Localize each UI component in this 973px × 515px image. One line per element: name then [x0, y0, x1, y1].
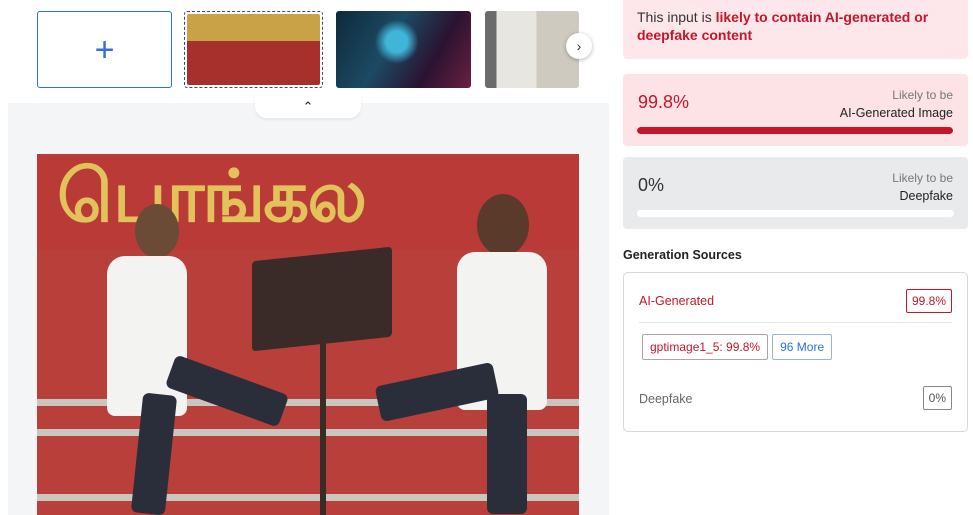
stand-pole: [320, 339, 326, 515]
more-models-button[interactable]: 96 More: [772, 334, 833, 360]
ai-likely-label: Likely to be AI-Generated Image: [840, 86, 953, 122]
analyzed-image: பொங்கல: [37, 154, 579, 515]
chevron-up-icon: ⌃: [302, 99, 314, 114]
verdict-alert: This input is likely to contain AI-gener…: [623, 0, 968, 59]
deepfake-likely-label: Likely to be Deepfake: [892, 169, 953, 205]
deepfake-progress-bar: [637, 210, 954, 217]
thumbnail-strip: + ›: [0, 0, 609, 103]
deepfake-row: Deepfake 0%: [639, 386, 952, 414]
ai-progress-fill: [637, 127, 954, 134]
ai-generated-row: AI-Generated 99.8%: [639, 289, 952, 317]
image-panel: + › ⌃ பொங்கல: [0, 0, 609, 515]
thumbnail-selected[interactable]: [184, 11, 323, 88]
thumbnail-image: [187, 14, 320, 85]
ai-generated-label: AI-Generated: [639, 294, 715, 308]
deepfake-type-label: Deepfake: [899, 189, 953, 203]
ai-progress-bar: [637, 127, 954, 134]
results-panel: This input is likely to contain AI-gener…: [609, 0, 973, 515]
deepfake-score-percent: 0%: [638, 175, 665, 195]
generation-sources-box: AI-Generated 99.8% gptimage1_5: 99.8% 96 …: [623, 272, 968, 432]
chevron-right-icon[interactable]: ›: [566, 33, 592, 59]
likely-to-be-text: Likely to be: [892, 171, 953, 185]
deepfake-badge: 0%: [922, 386, 952, 410]
person-left: [77, 194, 290, 515]
deepfake-label: Deepfake: [639, 392, 693, 406]
model-chips: gptimage1_5: 99.8% 96 More: [642, 334, 836, 360]
collapse-thumbnails-button[interactable]: ⌃: [255, 96, 361, 118]
likely-to-be-text: Likely to be: [892, 88, 953, 102]
generation-sources-title: Generation Sources: [623, 248, 742, 262]
model-chip[interactable]: gptimage1_5: 99.8%: [642, 334, 769, 360]
add-image-button[interactable]: +: [37, 11, 172, 88]
divider: [639, 322, 952, 323]
person-right: [357, 194, 567, 514]
ai-type-label: AI-Generated Image: [839, 106, 953, 120]
ai-generated-score-card: 99.8% Likely to be AI-Generated Image: [623, 74, 968, 146]
app-root: + › ⌃ பொங்கல This input is likely to con…: [0, 0, 973, 515]
ai-score-percent: 99.8%: [638, 92, 690, 112]
plus-icon: +: [94, 30, 115, 69]
thumbnail-interior[interactable]: [485, 11, 579, 88]
deepfake-score-card: 0% Likely to be Deepfake: [623, 157, 968, 229]
ai-generated-badge: 99.8%: [905, 289, 952, 313]
alert-prefix: This input is: [637, 9, 716, 25]
thumbnail-cyberpunk[interactable]: [336, 11, 471, 88]
